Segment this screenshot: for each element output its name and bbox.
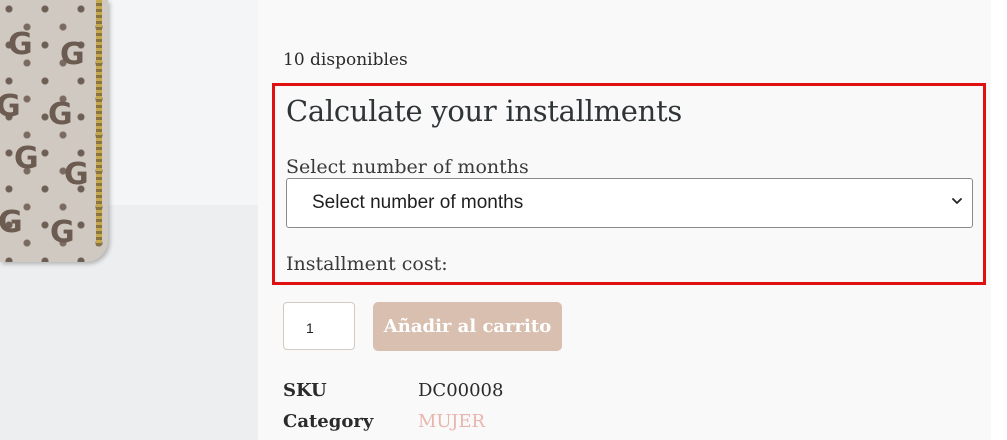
sku-value: DC00008	[418, 380, 504, 401]
quantity-input[interactable]: 1	[283, 302, 355, 350]
bag-pattern-mark: G	[50, 215, 75, 250]
handbag-photo: G G G G G G G G	[0, 0, 108, 262]
months-label: Select number of months	[286, 156, 529, 178]
quantity-value: 1	[306, 320, 314, 336]
installments-calculator: Calculate your installments Select numbe…	[272, 83, 986, 285]
bag-pattern-mark: G	[64, 157, 89, 192]
bag-pattern-mark: G	[14, 141, 39, 176]
bag-pattern-mark: G	[0, 89, 21, 124]
bag-pattern-mark: G	[0, 205, 23, 240]
product-image[interactable]: G G G G G G G G	[0, 0, 258, 440]
category-link[interactable]: MUJER	[418, 411, 485, 432]
chevron-down-icon	[952, 198, 962, 204]
months-select[interactable]: Select number of months	[286, 178, 973, 228]
installments-title: Calculate your installments	[286, 94, 682, 128]
add-to-cart-button[interactable]: Añadir al carrito	[373, 302, 562, 351]
bag-zipper	[96, 0, 102, 246]
installment-cost-label: Installment cost:	[286, 253, 448, 275]
bag-pattern-mark: G	[8, 27, 33, 62]
sku-label: SKU	[283, 380, 327, 401]
page-edge	[991, 0, 1007, 440]
product-summary: 10 disponibles Calculate your installmen…	[258, 0, 991, 440]
stock-status: 10 disponibles	[283, 50, 408, 70]
bag-pattern-mark: G	[48, 97, 73, 132]
bag-pattern-mark: G	[60, 37, 85, 72]
category-label: Category	[283, 411, 374, 432]
months-select-value: Select number of months	[312, 192, 524, 213]
